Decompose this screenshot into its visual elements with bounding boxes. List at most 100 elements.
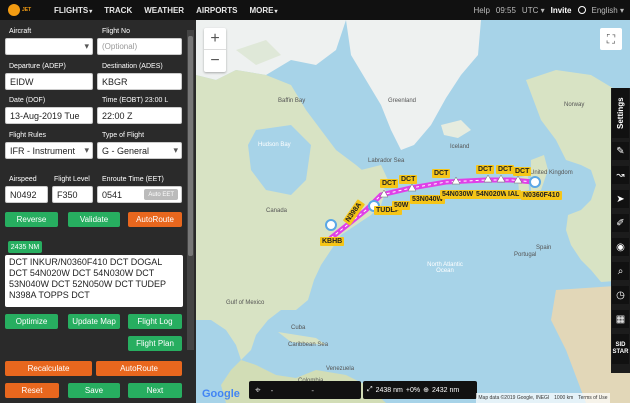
- reverse-button[interactable]: Reverse: [5, 212, 58, 227]
- timezone-select[interactable]: UTC ▾: [522, 6, 545, 15]
- coord-lat: -: [270, 385, 274, 395]
- nav-weather[interactable]: WEATHER: [144, 6, 184, 15]
- time-label: Time (EOBT) 23:00 L: [102, 97, 169, 104]
- map-label-hudson: Hudson Bay: [258, 142, 291, 148]
- route-distance: 2438 nm: [375, 386, 403, 394]
- clock: 09:55: [495, 5, 516, 15]
- terms-link[interactable]: Terms of Use: [578, 395, 607, 401]
- eet-input[interactable]: 0541 Auto EET: [97, 186, 182, 203]
- invite-link[interactable]: Invite: [551, 6, 572, 15]
- waypoint-label[interactable]: IAL: [506, 190, 522, 199]
- airspeed-input[interactable]: N0492: [5, 186, 48, 203]
- map-label-uk: United Kingdom: [530, 170, 573, 176]
- reset-button[interactable]: Reset: [5, 383, 59, 398]
- distance-icon: ⤢: [367, 386, 373, 393]
- waypoint-label[interactable]: DCT: [432, 169, 451, 178]
- zoom-out-button[interactable]: −: [204, 50, 226, 72]
- map-label-norway: Norway: [564, 102, 585, 108]
- language-select[interactable]: English ▾: [592, 6, 624, 15]
- flight-plan-button[interactable]: Flight Plan: [128, 336, 182, 351]
- waypoint-label[interactable]: DCT: [513, 167, 532, 176]
- globe-icon: [577, 6, 586, 14]
- map-view[interactable]: Greenland Baffin Bay Hudson Bay Labrador…: [196, 20, 630, 403]
- help-link[interactable]: Help: [473, 6, 489, 15]
- waypoint-label[interactable]: N0360F410: [521, 191, 562, 200]
- scale-text: 1000 km: [554, 395, 574, 401]
- rules-select[interactable]: IFR - Instrument: [5, 142, 93, 159]
- zoom-in-button[interactable]: +: [204, 28, 226, 50]
- update-map-button[interactable]: Update Map: [68, 314, 120, 329]
- search-icon[interactable]: ⌕: [612, 262, 629, 280]
- flight-log-button[interactable]: Flight Log: [128, 314, 182, 329]
- optimize-button[interactable]: Optimize: [5, 314, 58, 329]
- map-icon[interactable]: ▦: [612, 310, 629, 328]
- coordinate-bar: ⌖ - -: [249, 381, 361, 399]
- airport-destination-marker: [325, 219, 337, 231]
- nav-track[interactable]: TRACK: [104, 6, 132, 15]
- waypoint-label[interactable]: DCT: [496, 165, 515, 174]
- nav-flights[interactable]: FLIGHTS▾: [54, 6, 92, 15]
- map-label-spain: Spain: [536, 245, 552, 251]
- route-textarea[interactable]: DCT INKUR/N0360F410 DCT DOGAL DCT 54N020…: [5, 255, 183, 307]
- fullscreen-button[interactable]: ⛶: [600, 28, 622, 50]
- destination-input[interactable]: KBGR: [97, 73, 182, 90]
- nav-more[interactable]: MORE▾: [249, 6, 277, 15]
- panel-scrollbar-thumb[interactable]: [188, 36, 193, 256]
- waypoint-label[interactable]: DCT: [399, 175, 418, 184]
- waypoint-label[interactable]: KBHB: [320, 237, 345, 246]
- next-button[interactable]: Next: [128, 383, 182, 398]
- airspeed-label: Airspeed: [9, 176, 37, 183]
- save-button[interactable]: Save: [68, 383, 120, 398]
- recalculate-button[interactable]: Recalculate: [5, 361, 92, 376]
- nav-airports[interactable]: AIRPORTS: [196, 6, 237, 15]
- sid-star-button[interactable]: SID STAR: [612, 334, 629, 364]
- flightno-input[interactable]: (Optional): [97, 38, 182, 55]
- clock-icon[interactable]: ◷: [612, 286, 629, 304]
- level-input[interactable]: F350: [52, 186, 93, 203]
- autoroute-button[interactable]: AutoRoute: [128, 212, 182, 227]
- waypoint-label[interactable]: DCT: [380, 179, 399, 188]
- map-attribution: Map data ©2019 Google, INEGI 1000 km Ter…: [476, 393, 610, 403]
- pencil-icon[interactable]: ✐: [612, 214, 629, 232]
- map-canvas[interactable]: [196, 20, 630, 403]
- route-distance-badge: 2435 NM: [8, 241, 42, 253]
- distance-bar: ⤢ 2438 nm +0% ⊕ 2432 nm: [363, 381, 477, 399]
- type-label: Type of Flight: [102, 132, 145, 139]
- autoroute-bottom-button[interactable]: AutoRoute: [96, 361, 182, 376]
- route-icon[interactable]: ↝: [612, 166, 629, 184]
- eet-label: Enroute Time (EET): [102, 176, 164, 183]
- logo-text: JET: [22, 7, 32, 13]
- waypoint-label[interactable]: 54N020W: [474, 190, 510, 199]
- direction-icon[interactable]: ➤: [612, 190, 629, 208]
- distance-pct: +0%: [405, 386, 421, 394]
- great-circle-distance: 2432 nm: [431, 386, 460, 394]
- departure-input[interactable]: EIDW: [5, 73, 93, 90]
- logo[interactable]: JET: [8, 4, 42, 16]
- coord-lon: -: [311, 385, 314, 395]
- waypoint-label[interactable]: 50W: [392, 201, 411, 210]
- airport-departure-marker: [529, 176, 541, 188]
- top-navbar: JET FLIGHTS▾ TRACK WEATHER AIRPORTS MORE…: [0, 0, 630, 20]
- auto-eet-button[interactable]: Auto EET: [144, 189, 178, 200]
- type-select[interactable]: G - General: [97, 142, 182, 159]
- waypoint-label[interactable]: 54N030W: [440, 190, 476, 199]
- aircraft-label: Aircraft: [9, 28, 32, 35]
- ruler-icon[interactable]: ✎: [612, 142, 629, 160]
- date-input[interactable]: 13-Aug-2019 Tue: [5, 107, 93, 124]
- main-nav: FLIGHTS▾ TRACK WEATHER AIRPORTS MORE▾: [54, 6, 277, 15]
- map-label-iceland: Iceland: [450, 144, 470, 150]
- rules-label: Flight Rules: [9, 132, 46, 139]
- settings-tab[interactable]: Settings: [612, 88, 629, 138]
- zoom-control: + −: [204, 28, 226, 72]
- time-input[interactable]: 22:00 Z: [97, 107, 182, 124]
- validate-button[interactable]: Validate: [68, 212, 120, 227]
- map-label-baffin: Baffin Bay: [278, 98, 306, 104]
- aircraft-select[interactable]: [5, 38, 93, 55]
- map-label-caribbean: Caribbean Sea: [288, 342, 329, 348]
- map-label-venezuela: Venezuela: [326, 366, 355, 372]
- waypoint-label[interactable]: DCT: [476, 165, 495, 174]
- eet-value: 0541: [102, 189, 123, 200]
- attribution-text: Map data ©2019 Google, INEGI: [478, 395, 550, 401]
- radar-icon[interactable]: ◉: [612, 238, 629, 256]
- destination-label: Destination (ADES): [102, 63, 163, 70]
